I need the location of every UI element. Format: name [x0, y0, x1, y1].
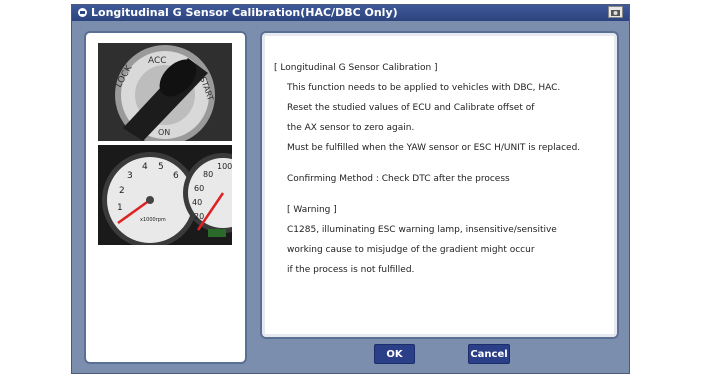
tach-tick-4: 4: [142, 162, 148, 172]
warning-line: C1285, illuminating ESC warning lamp, in…: [287, 225, 557, 235]
camera-icon: [611, 10, 620, 16]
print-screen-button[interactable]: [608, 6, 623, 18]
title-bar: Longitudinal G Sensor Calibration(HAC/DB…: [72, 5, 629, 21]
dialog-title: Longitudinal G Sensor Calibration(HAC/DB…: [91, 6, 398, 19]
description-line: Must be fulfilled when the YAW sensor or…: [287, 143, 581, 153]
warning-heading: [ Warning ]: [287, 205, 337, 215]
cancel-button[interactable]: Cancel: [468, 344, 510, 364]
ignition-key-photo: LOCK ACC START ON: [98, 43, 232, 141]
confirm-method-text: Confirming Method : Check DTC after the …: [287, 174, 510, 184]
app-icon: [78, 8, 87, 17]
tach-tick-5: 5: [158, 162, 164, 172]
speedo-tick-40: 40: [192, 198, 202, 207]
speedo-tick-80: 80: [203, 170, 213, 179]
gauge-cluster-photo: 1 2 3 4 5 6 x1000rpm 100 80 60 40 20: [98, 145, 232, 245]
speedo-tick-20: 20: [194, 212, 204, 221]
description-line: Reset the studied values of ECU and Cali…: [287, 103, 535, 113]
speedo-tick-100: 100: [217, 162, 232, 171]
description-line: This function needs to be applied to veh…: [287, 83, 561, 93]
tach-unit: x1000rpm: [140, 217, 166, 223]
warning-line: working cause to misjudge of the gradien…: [287, 245, 535, 255]
ignition-label-on: ON: [158, 128, 170, 137]
speedo-tick-60: 60: [194, 184, 204, 193]
calibration-dialog: Longitudinal G Sensor Calibration(HAC/DB…: [71, 4, 630, 374]
image-panel: LOCK ACC START ON 1 2 3 4 5 6 x1000rpm 1…: [84, 31, 247, 364]
description-line: the AX sensor to zero again.: [287, 123, 415, 133]
ignition-label-acc: ACC: [148, 56, 167, 66]
tach-tick-2: 2: [119, 186, 125, 196]
tach-tick-1: 1: [117, 203, 123, 213]
tach-tick-3: 3: [127, 171, 133, 181]
tach-tick-6: 6: [173, 171, 179, 181]
warning-line: if the process is not fulfilled.: [287, 265, 415, 275]
description-panel: [ Longitudinal G Sensor Calibration ] Th…: [260, 31, 619, 339]
section-heading: [ Longitudinal G Sensor Calibration ]: [274, 63, 438, 73]
ok-button[interactable]: OK: [374, 344, 415, 364]
